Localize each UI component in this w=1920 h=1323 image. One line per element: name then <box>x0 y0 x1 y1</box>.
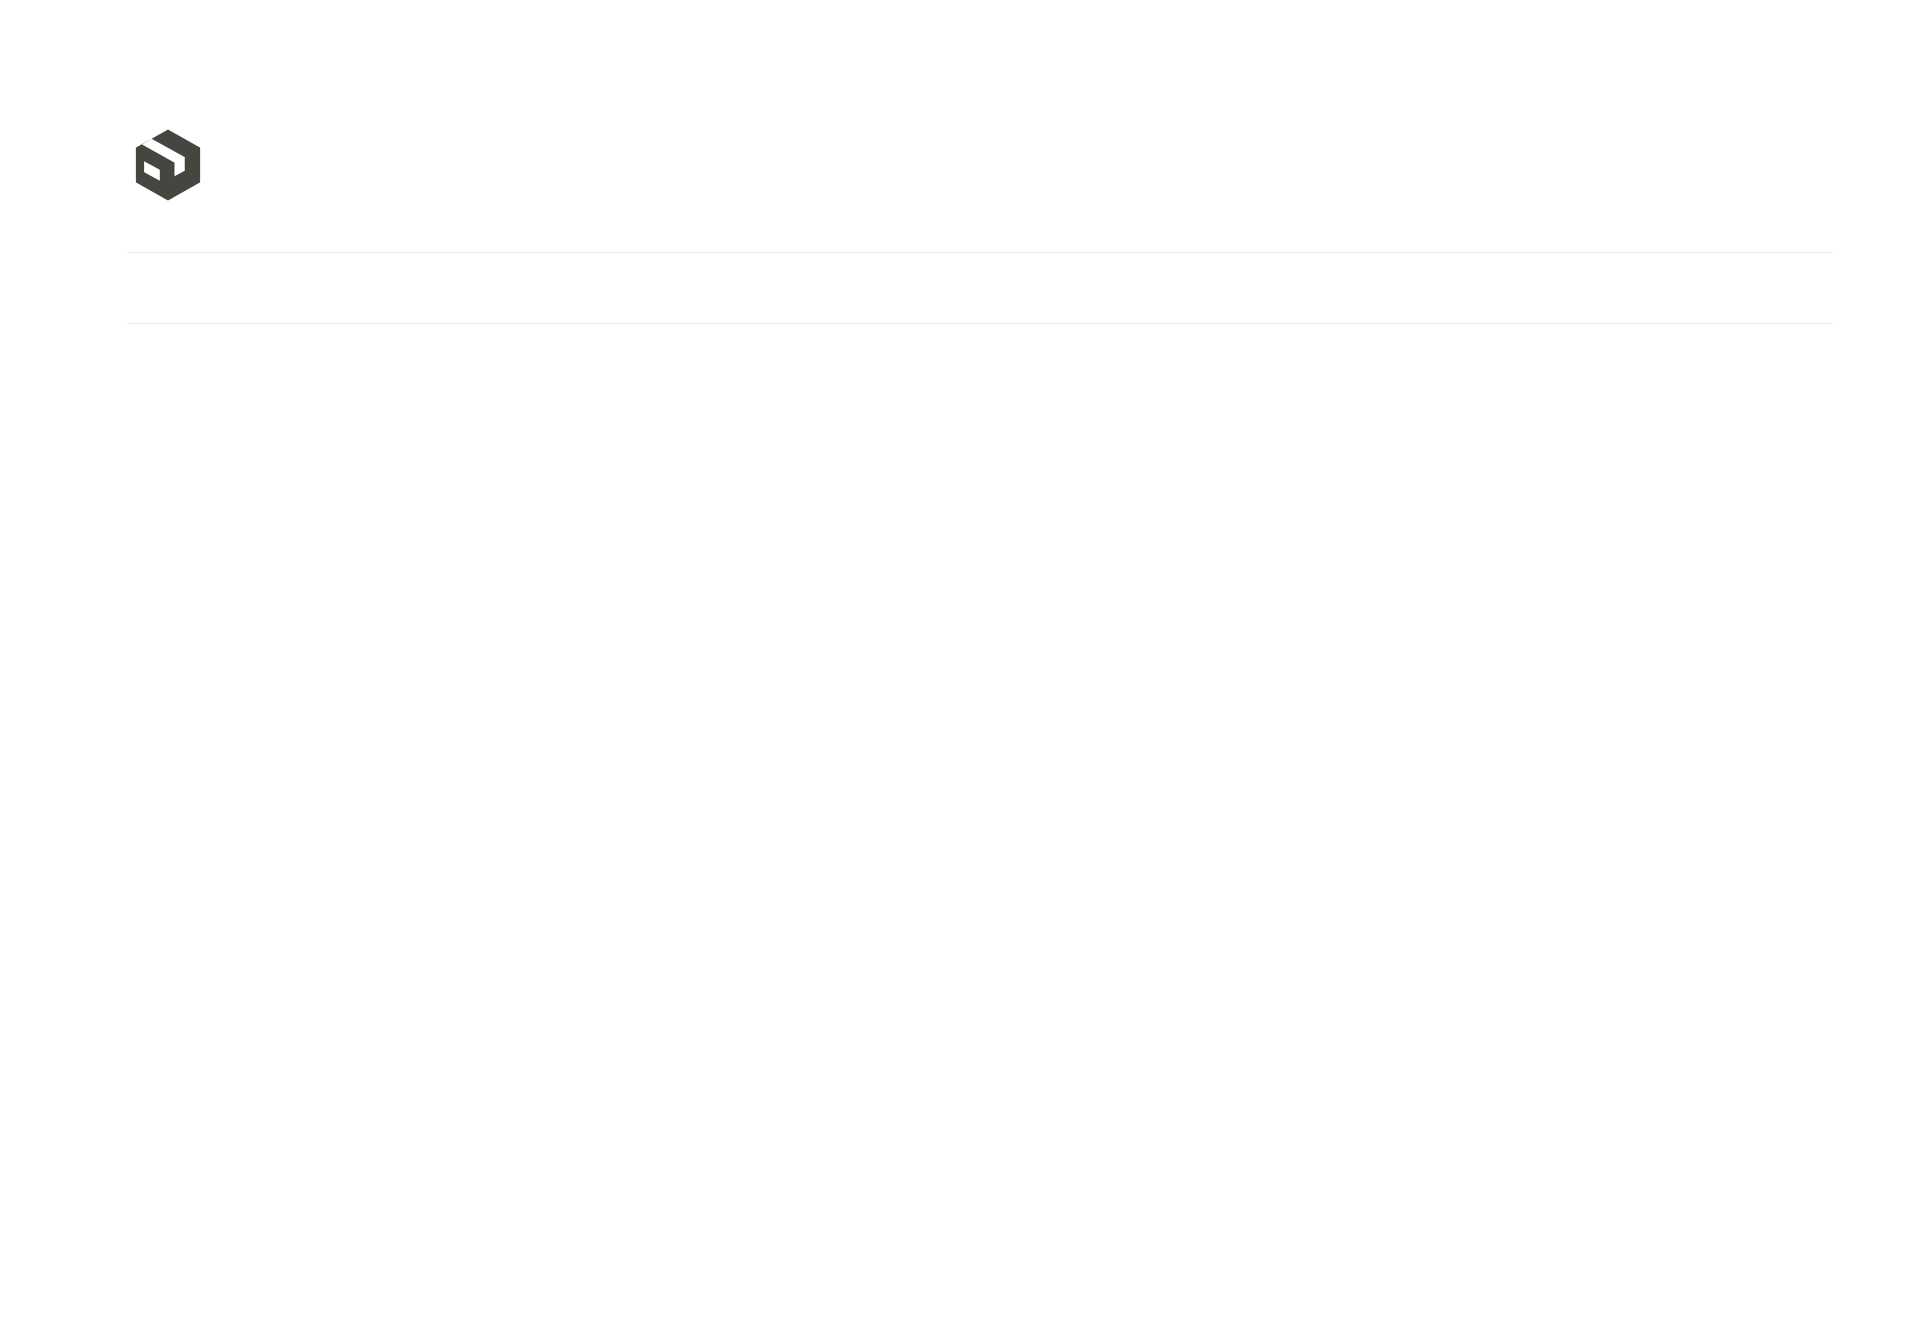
package-icon <box>127 124 209 206</box>
tasks-tabs <box>127 323 1833 324</box>
projects-tabs <box>127 252 1833 253</box>
tasks-section <box>127 323 1920 348</box>
projects-section <box>127 252 1920 277</box>
page <box>0 124 1920 348</box>
